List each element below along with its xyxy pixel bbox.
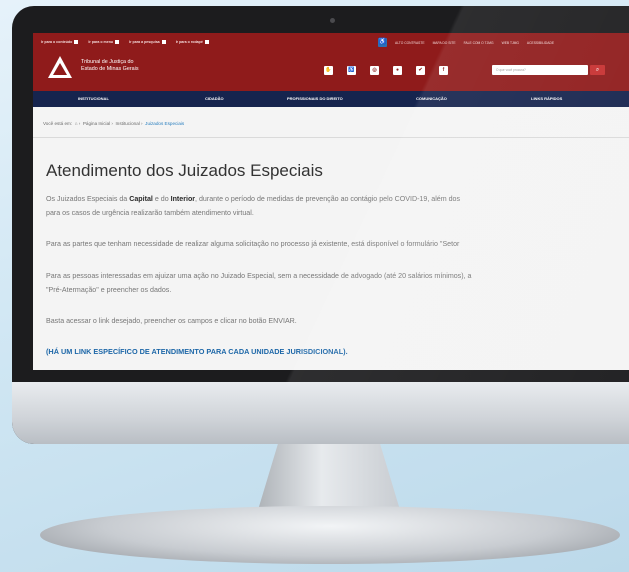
paragraph-2: Para as partes que tenham necessidade de… (46, 240, 460, 248)
key-4-icon (204, 40, 209, 44)
tjmg-logo-icon[interactable] (47, 55, 73, 79)
breadcrumb: Você está em: ⌂ › Página Inicial › Insti… (43, 121, 185, 126)
facebook-icon[interactable]: f (439, 66, 448, 75)
site-header: Ir para o conteúdo Ir para o menu Ir par… (33, 33, 629, 91)
breadcrumb-prefix: Você está em: (43, 121, 73, 126)
paragraph-1: Os Juizados Especiais da Capital e do In… (46, 195, 461, 203)
interior-link[interactable]: Interior (171, 195, 195, 203)
nav-institucional[interactable]: INSTITUCIONAL (78, 91, 109, 107)
divider (33, 137, 629, 138)
skip-menu-link[interactable]: Ir para o menu (88, 40, 120, 44)
brand-line-2: Estado de Minas Gerais (81, 65, 139, 72)
nav-comunicacao[interactable]: COMUNICAÇÃO (416, 91, 447, 107)
capital-link[interactable]: Capital (129, 195, 153, 203)
instagram-icon[interactable]: ◎ (370, 66, 379, 75)
camera-dot (330, 18, 335, 23)
breadcrumb-section[interactable]: Institucional (116, 121, 140, 126)
key-3-icon (161, 40, 166, 44)
jurisdiction-link[interactable]: (HÁ UM LINK ESPECÍFICO DE ATENDIMENTO PA… (46, 346, 348, 358)
monitor-base (40, 506, 620, 564)
webmail-link[interactable]: WEB TJMG (502, 41, 519, 45)
flickr-icon[interactable]: ● (393, 66, 402, 75)
main-nav: INSTITUCIONAL CIDADÃO PROFISSIONAIS DO D… (33, 91, 629, 107)
sitemap-link[interactable]: MAPA DO SITE (433, 41, 456, 45)
site-brand[interactable]: Tribunal de Justiça do Estado de Minas G… (81, 59, 139, 72)
sign-language-icon[interactable]: ✋ (324, 66, 333, 75)
search-icon[interactable]: ⌕ (590, 65, 605, 75)
nav-profissionais[interactable]: PROFISSIONAIS DO DIREITO (287, 91, 343, 107)
paragraph-4: Basta acessar o link desejado, preencher… (46, 317, 297, 325)
paragraph-3-cont: "Pré-Atermação" e preencher os dados. (46, 286, 172, 294)
key-1-icon (74, 40, 79, 44)
page-title: Atendimento dos Juizados Especiais (46, 161, 323, 180)
accessibility-icon[interactable]: ♿ (378, 38, 387, 47)
accessibility-links: Ir para o conteúdo Ir para o menu Ir par… (41, 40, 209, 44)
search-input[interactable]: O que você procura? (492, 65, 588, 75)
key-2-icon (115, 40, 120, 44)
skip-content-link[interactable]: Ir para o conteúdo (41, 40, 79, 44)
high-contrast-link[interactable]: ALTO CONTRASTE (395, 41, 425, 45)
external-links: ♿ ALTO CONTRASTE MAPA DO SITE FALE COM O… (378, 38, 554, 47)
breadcrumb-home[interactable]: Página Inicial (83, 121, 110, 126)
nav-links-rapidos[interactable]: LINKS RÁPIDOS (531, 91, 562, 107)
home-icon[interactable]: ⌂ (75, 121, 78, 126)
accessibility-person-icon[interactable]: ♿ (347, 66, 356, 75)
twitter-icon[interactable]: ✔ (416, 66, 425, 75)
skip-footer-link[interactable]: Ir para o rodapé (176, 40, 209, 44)
brand-line-1: Tribunal de Justiça do (81, 59, 134, 65)
skip-search-link[interactable]: Ir para a pesquisa (129, 40, 166, 44)
breadcrumb-current: Juizados Especiais (145, 121, 185, 126)
monitor-chin (12, 382, 629, 444)
monitor-stand (258, 444, 400, 510)
social-links: ✋ ♿ ◎ ● ✔ f (324, 66, 448, 75)
contact-link[interactable]: FALE COM O TJMG (464, 41, 494, 45)
accessibility-link[interactable]: ACESSIBILIDADE (527, 41, 554, 45)
browser-screen: Ir para o conteúdo Ir para o menu Ir par… (33, 33, 629, 370)
nav-cidadao[interactable]: CIDADÃO (205, 91, 224, 107)
paragraph-1-cont: para os casos de urgência realizarão tam… (46, 209, 254, 217)
paragraph-3: Para as pessoas interessadas em ajuizar … (46, 272, 472, 280)
